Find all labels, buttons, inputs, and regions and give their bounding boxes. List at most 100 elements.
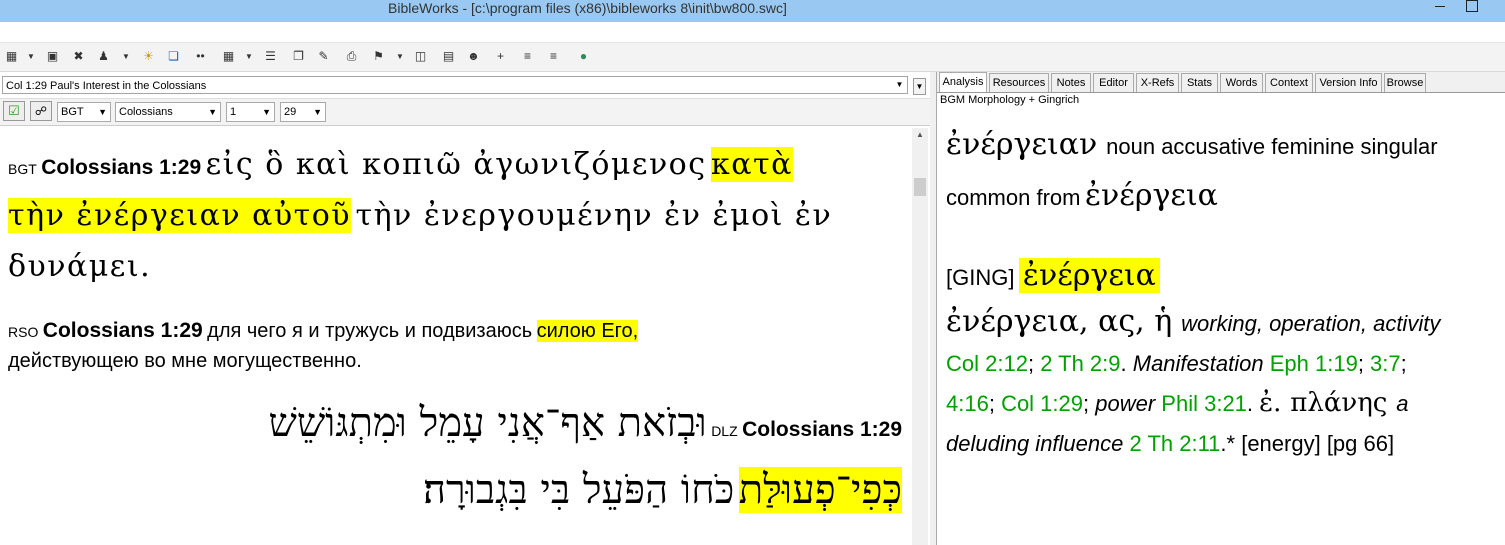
windows-icon[interactable]: ❏ xyxy=(165,48,182,65)
minimize-button[interactable] xyxy=(1433,0,1447,14)
verse-reference[interactable]: Colossians 1:29 xyxy=(43,319,203,342)
gloss: a xyxy=(1396,391,1409,416)
chevron-down-icon[interactable]: ▼ xyxy=(892,77,907,93)
chapter-value: 1 xyxy=(230,106,237,118)
highlighted-greek-text[interactable]: τὴν ἐνέργειαν αὐτοῦ xyxy=(8,198,352,233)
highlighted-greek-text[interactable]: κατὰ xyxy=(711,147,793,182)
highlighted-russian-text[interactable]: силою Его, xyxy=(536,320,639,342)
headword[interactable]: ἐνέργεια xyxy=(1018,258,1160,293)
verse-value: 29 xyxy=(284,106,297,118)
scripture-link[interactable]: 2 Th 2:11 xyxy=(1130,431,1221,456)
person-icon[interactable]: ♟ xyxy=(95,48,112,65)
scripture-link[interactable]: 2 Th 2:9 xyxy=(1040,351,1120,376)
chevron-down-icon: ▼ xyxy=(262,107,271,117)
highlighted-hebrew-text[interactable]: כְּפִי־פְעוּלַּת xyxy=(738,467,902,513)
scripture-link[interactable]: Eph 1:19 xyxy=(1270,351,1358,376)
tab-stats[interactable]: Stats xyxy=(1181,73,1218,92)
gloss: deluding influence xyxy=(946,431,1124,456)
save-icon[interactable]: ▣ xyxy=(44,48,61,65)
version-label: BGT xyxy=(8,161,37,177)
scripture-link[interactable]: Col 2:12 xyxy=(946,351,1028,376)
checkbox-icon[interactable]: ☑ xyxy=(3,101,25,121)
hebrew-text[interactable]: וּבְזֹאת אַף־אֲנִי עָמֵל וּמִתְגּוֹשֵׁשׁ xyxy=(269,400,707,446)
greek-text[interactable]: τὴν ἐνεργουμένην ἐν ἐμοὶ ἐν xyxy=(355,198,832,233)
browse-window: Col 1:29 Paul's Interest in the Colossia… xyxy=(0,72,930,545)
tab-version-info[interactable]: Version Info xyxy=(1315,73,1382,92)
verse-text-view[interactable]: BGT Colossians 1:29 εἰς ὃ καὶ κοπιῶ ἀγων… xyxy=(0,126,912,545)
hebrew-text[interactable]: כֹּחוֹ הַפֹּעֵל בִּי בִּגְבוּרָה׃ xyxy=(423,467,734,513)
chevron-up-icon[interactable]: ▲ xyxy=(912,128,928,142)
tools-icon[interactable]: ✖ xyxy=(70,48,87,65)
lexicon-tag: [GING] xyxy=(946,265,1015,290)
version-label: RSO xyxy=(8,324,39,340)
tab-notes[interactable]: Notes xyxy=(1051,73,1091,92)
gloss: working, operation, activity xyxy=(1181,311,1441,336)
greek-text[interactable]: δυνάμει. xyxy=(8,249,151,284)
lamp-icon[interactable]: ☀ xyxy=(140,48,157,65)
vertical-scrollbar[interactable]: ▲ xyxy=(912,128,928,545)
gingrich-entry: [GING] ἐνέργεια ἐνέργεια, ας, ἡ working,… xyxy=(946,258,1441,456)
entry-word: ἐνέργεια xyxy=(946,304,1080,339)
list-icon[interactable]: ☰ xyxy=(262,48,279,65)
version-value: BGT xyxy=(61,106,84,118)
greek-text[interactable]: εἰς ὃ καὶ κοπιῶ ἀγωνιζόμενος xyxy=(206,147,707,182)
chevron-down-icon[interactable]: ▼ xyxy=(27,48,35,65)
greek-word: πλάνης xyxy=(1290,388,1388,418)
tab-context[interactable]: Context xyxy=(1265,73,1313,92)
tab-resources[interactable]: Resources xyxy=(989,73,1049,92)
russian-text[interactable]: действующею во мне могущественно. xyxy=(8,350,362,372)
scripture-link[interactable]: Col 1:29 xyxy=(1001,391,1083,416)
chevron-down-icon[interactable]: ▼ xyxy=(396,48,404,65)
verse-rso: RSO Colossians 1:29 для чего я и тружусь… xyxy=(8,316,639,377)
book-select[interactable]: Colossians ▼ xyxy=(115,102,221,122)
scripture-link[interactable]: 3:7 xyxy=(1370,351,1401,376)
scripture-link[interactable]: 4:16 xyxy=(946,391,989,416)
search-icon[interactable]: ▦ xyxy=(3,48,20,65)
verse-reference[interactable]: Colossians 1:29 xyxy=(742,418,902,441)
copy-icon[interactable]: ❐ xyxy=(290,48,307,65)
scroll-thumb[interactable] xyxy=(914,178,926,196)
globe-icon[interactable]: ● xyxy=(575,48,592,65)
reference-menu-button[interactable]: ▼ xyxy=(913,78,926,95)
lemma[interactable]: ἐνέργεια xyxy=(1085,178,1218,213)
chevron-down-icon[interactable]: ▼ xyxy=(245,48,253,65)
chevron-down-icon: ▼ xyxy=(208,107,217,117)
link-icon[interactable]: ☍ xyxy=(30,101,52,121)
parse-info: ἐνέργειαν noun accusative feminine singu… xyxy=(946,122,1500,224)
page-icon[interactable]: ▤ xyxy=(440,48,457,65)
reference-combo[interactable]: Col 1:29 Paul's Interest in the Colossia… xyxy=(2,76,908,94)
user-icon[interactable]: ☻ xyxy=(465,48,482,65)
window-title: BibleWorks - [c:\program files (x86)\bib… xyxy=(388,0,787,16)
tab-browse[interactable]: Browse xyxy=(1384,73,1426,92)
version-select[interactable]: BGT ▼ xyxy=(57,102,111,122)
verse-bgt: BGT Colossians 1:29 εἰς ὃ καὶ κοπιῶ ἀγων… xyxy=(8,142,832,295)
compare-icon[interactable]: ◫ xyxy=(412,48,429,65)
word-icon[interactable]: ≡ xyxy=(545,48,562,65)
analysis-window: Analysis Resources Notes Editor X-Refs S… xyxy=(936,72,1505,545)
navigation-bar: ☑ ☍ BGT ▼ Colossians ▼ 1 ▼ 29 ▼ xyxy=(0,98,930,126)
verse-reference[interactable]: Colossians 1:29 xyxy=(41,156,201,179)
verse-select[interactable]: 29 ▼ xyxy=(280,102,326,122)
edit-icon[interactable]: ✎ xyxy=(315,48,332,65)
lexicon-label: BGM Morphology + Gingrich xyxy=(940,94,1080,106)
parsed-word[interactable]: ἐνέργειαν xyxy=(946,127,1097,162)
printer-icon[interactable]: ⎙ xyxy=(343,48,360,65)
chevron-down-icon: ▼ xyxy=(313,107,322,117)
tab-words[interactable]: Words xyxy=(1220,73,1263,92)
tab-xrefs[interactable]: X-Refs xyxy=(1136,73,1179,92)
tab-editor[interactable]: Editor xyxy=(1093,73,1134,92)
grid-icon[interactable]: ▦ xyxy=(220,48,237,65)
flag-icon[interactable]: ⚑ xyxy=(370,48,387,65)
plus-icon[interactable]: + xyxy=(492,48,509,65)
scripture-link[interactable]: Phil 3:21 xyxy=(1161,391,1247,416)
verse-icon[interactable]: ≡ xyxy=(519,48,536,65)
entry-forms: , ας, ἡ xyxy=(1079,304,1173,339)
version-label: DLZ xyxy=(711,423,738,439)
russian-text[interactable]: для чего я и тружусь и подвизаюсь xyxy=(207,320,532,342)
columns-icon[interactable]: •• xyxy=(192,48,209,65)
tab-analysis[interactable]: Analysis xyxy=(939,72,987,92)
main-toolbar: ▦ ▼ ▣ ✖ ♟ ▼ ☀ ❏ •• ▦ ▼ ☰ ❐ ✎ ⎙ ⚑ ▼ ◫ ▤ ☻… xyxy=(0,43,1505,72)
chapter-select[interactable]: 1 ▼ xyxy=(226,102,275,122)
chevron-down-icon[interactable]: ▼ xyxy=(122,48,130,65)
maximize-button[interactable] xyxy=(1466,0,1478,14)
